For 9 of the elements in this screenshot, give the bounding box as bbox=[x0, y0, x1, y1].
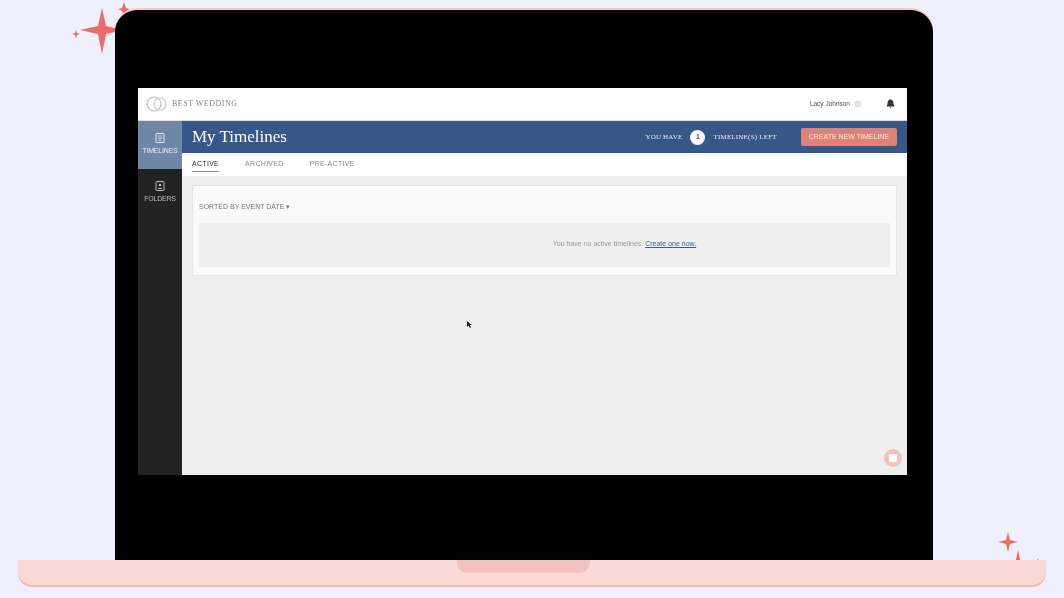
brand-name: BEST WEDDING bbox=[172, 98, 238, 110]
logo-icon bbox=[146, 95, 168, 113]
bell-icon[interactable] bbox=[886, 99, 895, 109]
document-icon bbox=[155, 133, 165, 144]
cursor-icon bbox=[467, 321, 472, 328]
page-title: My Timelines bbox=[192, 126, 287, 149]
avatar-icon[interactable] bbox=[854, 100, 862, 108]
contact-icon bbox=[155, 181, 165, 192]
chat-icon[interactable] bbox=[883, 448, 903, 468]
